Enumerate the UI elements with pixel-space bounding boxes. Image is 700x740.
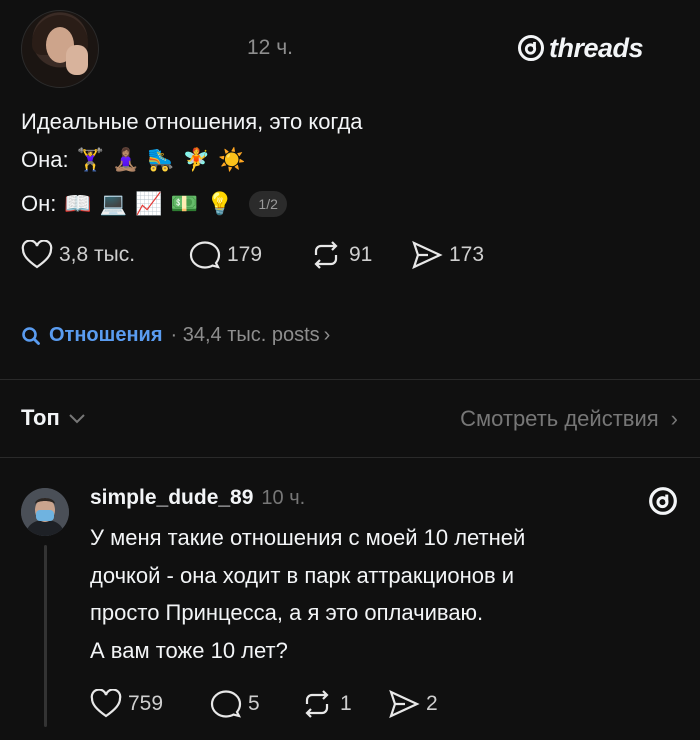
post-text-line-2: Она: 🏋️‍♀️ 🧘🏽‍♀️ 🛼 🧚 ☀️ <box>21 146 246 174</box>
reply-text-line: просто Принцесса, а я это оплачиваю. <box>90 600 484 625</box>
reply-count: 179 <box>227 243 263 266</box>
post-time: 12 ч. <box>247 36 293 59</box>
reply-count: 5 <box>248 692 260 715</box>
brand-name: threads <box>549 32 644 63</box>
heart-icon <box>21 240 53 269</box>
chevron-right-icon: › <box>323 324 331 346</box>
reply-text-line: А вам тоже 10 лет? <box>90 638 288 663</box>
image-counter-badge: 1/2 <box>249 191 287 217</box>
post-text-line-1: Идеальные отношения, это когда <box>21 109 363 134</box>
threads-brand: threads <box>517 31 644 65</box>
view-activity-label: Смотреть действия <box>460 406 659 431</box>
topic-post-count: · 34,4 тыс. posts <box>170 324 320 346</box>
chevron-down-icon <box>69 414 85 424</box>
lightbulb-emoji-icon: 💡 <box>206 191 234 216</box>
roller-skate-emoji-icon: 🛼 <box>147 147 175 172</box>
line3-prefix: Он: <box>21 191 57 216</box>
post-actions: 3,8 тыс. 179 91 173 <box>21 240 484 270</box>
line2-prefix: Она: <box>21 147 69 172</box>
share-count: 2 <box>426 692 438 715</box>
reply-actions: 759 5 1 2 <box>90 689 438 719</box>
send-icon <box>412 240 443 270</box>
topic-link[interactable]: Отношения · 34,4 тыс. posts › <box>21 324 330 347</box>
chevron-right-icon: › <box>670 406 678 431</box>
like-count: 759 <box>128 692 164 715</box>
laptop-emoji-icon: 💻 <box>99 191 128 216</box>
threads-badge <box>648 486 678 516</box>
reply-text-line: дочкой - она ходит в парк аттракционов и <box>90 563 515 588</box>
like-button[interactable]: 759 <box>90 689 210 719</box>
comment-icon <box>189 241 221 269</box>
reply-text-line: У меня такие отношения с моей 10 летней <box>90 525 526 550</box>
topic-name: Отношения <box>49 324 163 346</box>
view-activity-link[interactable]: Смотреть действия › <box>460 406 678 432</box>
post-text-line-3: Он: 📖 💻 📈 💵 💡 1/2 <box>21 190 287 218</box>
repost-button[interactable]: 1 <box>300 689 388 719</box>
repost-icon <box>314 241 338 269</box>
share-button[interactable]: 2 <box>388 689 438 719</box>
chart-up-emoji-icon: 📈 <box>135 191 163 216</box>
fairy-emoji-icon: 🧚 <box>182 147 211 172</box>
divider <box>0 457 700 458</box>
reply-username[interactable]: simple_dude_89 <box>90 486 253 510</box>
reply-header: simple_dude_89 10 ч. <box>90 486 305 510</box>
reply-time: 10 ч. <box>261 487 306 509</box>
send-icon <box>389 689 420 719</box>
sun-emoji-icon: ☀️ <box>218 147 246 172</box>
thread-connector-line <box>44 545 47 727</box>
share-count: 173 <box>449 243 485 266</box>
heart-icon <box>90 689 122 718</box>
reply-button[interactable]: 179 <box>189 240 309 270</box>
sort-dropdown[interactable]: Топ <box>21 405 86 431</box>
yoga-woman-emoji-icon: 🧘🏽‍♀️ <box>112 147 140 172</box>
reply-author-avatar[interactable] <box>21 488 69 536</box>
divider <box>0 379 700 380</box>
book-emoji-icon: 📖 <box>64 191 92 216</box>
repost-count: 91 <box>349 243 373 266</box>
author-avatar[interactable] <box>21 10 99 88</box>
comment-icon <box>210 690 242 718</box>
search-icon <box>22 326 40 345</box>
money-emoji-icon: 💵 <box>170 191 198 216</box>
share-button[interactable]: 173 <box>411 240 484 270</box>
repost-count: 1 <box>340 692 352 715</box>
weightlifting-woman-emoji-icon: 🏋️‍♀️ <box>76 147 105 172</box>
threads-logo-icon <box>649 487 677 515</box>
sort-label: Топ <box>21 405 60 430</box>
repost-button[interactable]: 91 <box>309 240 411 270</box>
like-button[interactable]: 3,8 тыс. <box>21 240 189 270</box>
repost-icon <box>305 690 329 718</box>
reply-button[interactable]: 5 <box>210 689 300 719</box>
threads-logo-icon <box>518 35 544 61</box>
like-count: 3,8 тыс. <box>59 243 136 266</box>
